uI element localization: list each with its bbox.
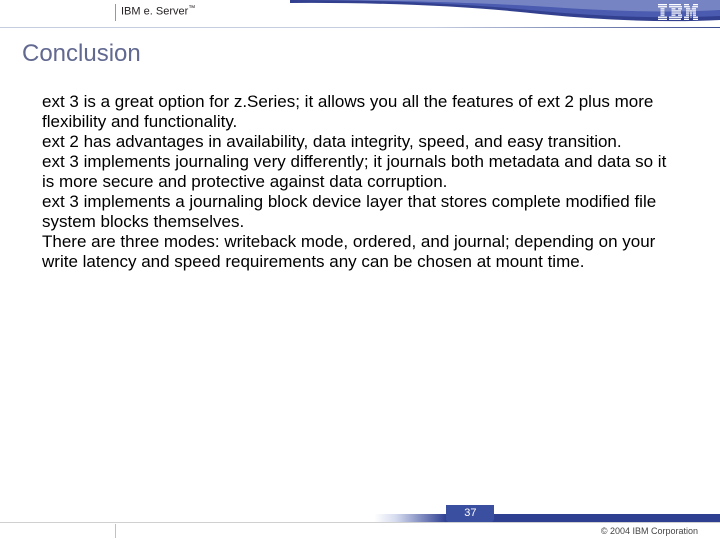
brand-tm: ™ xyxy=(188,5,195,12)
brand-text: IBM e. Server™ xyxy=(121,5,195,18)
footer: 37 © 2004 IBM Corporation xyxy=(0,512,720,540)
footer-copyright: © 2004 IBM Corporation xyxy=(601,526,698,536)
header: IBM e. Server™ xyxy=(0,0,720,30)
page-number: 37 xyxy=(446,505,494,522)
slide-title: Conclusion xyxy=(22,40,141,68)
header-curve-graphic xyxy=(290,0,720,26)
footer-stripe-graphic xyxy=(0,514,720,522)
body-text: ext 3 is a great option for z.Series; it… xyxy=(42,92,682,272)
footer-divider xyxy=(115,524,116,538)
header-divider xyxy=(115,4,116,21)
footer-separator xyxy=(0,522,720,523)
ibm-logo-icon xyxy=(658,4,698,20)
header-underline xyxy=(0,27,720,28)
brand-suffix: . Server xyxy=(150,6,189,18)
brand-prefix: IBM xyxy=(121,6,144,18)
slide: IBM e. Server™ xyxy=(0,0,720,540)
